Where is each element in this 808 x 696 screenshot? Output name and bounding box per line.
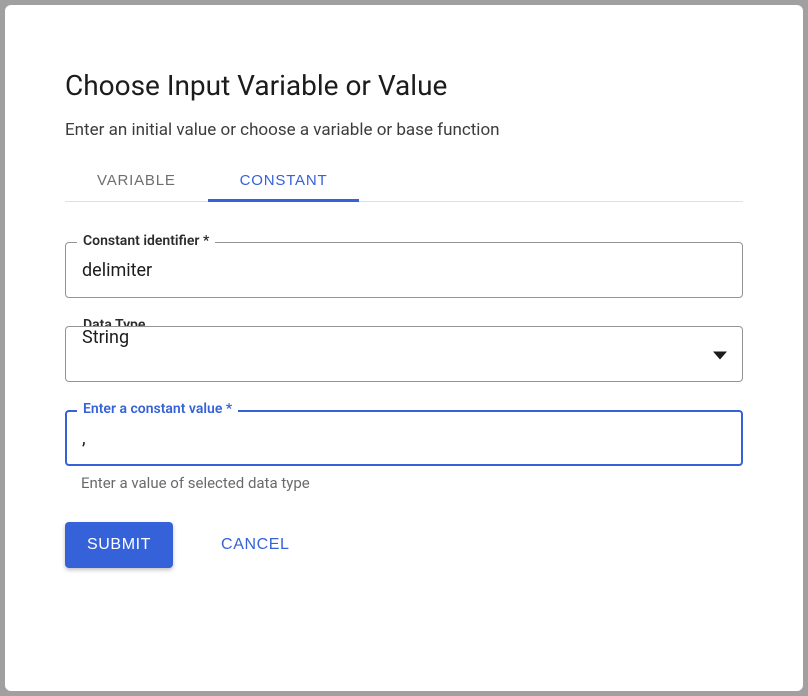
datatype-field-wrap: Data Type String xyxy=(65,326,743,382)
constant-value-helper: Enter a value of selected data type xyxy=(65,474,743,492)
dialog-actions: SUBMIT CANCEL xyxy=(65,522,743,568)
cancel-button[interactable]: CANCEL xyxy=(213,522,298,568)
datatype-select[interactable]: String xyxy=(65,326,743,382)
tab-variable[interactable]: VARIABLE xyxy=(65,160,208,201)
dialog-title: Choose Input Variable or Value xyxy=(65,69,743,102)
identifier-field-wrap: Constant identifier * xyxy=(65,242,743,298)
tab-constant[interactable]: CONSTANT xyxy=(208,160,360,201)
constant-value-label: Enter a constant value * xyxy=(77,401,238,417)
constant-value-field-wrap: Enter a constant value * Enter a value o… xyxy=(65,410,743,492)
identifier-input[interactable] xyxy=(65,242,743,298)
datatype-select-wrap: String xyxy=(65,326,743,382)
input-variable-dialog: Choose Input Variable or Value Enter an … xyxy=(5,5,803,691)
submit-button[interactable]: SUBMIT xyxy=(65,522,173,568)
constant-value-input[interactable] xyxy=(65,410,743,466)
identifier-label: Constant identifier * xyxy=(77,233,215,249)
dialog-subtitle: Enter an initial value or choose a varia… xyxy=(65,120,743,140)
tab-bar: VARIABLE CONSTANT xyxy=(65,160,743,202)
